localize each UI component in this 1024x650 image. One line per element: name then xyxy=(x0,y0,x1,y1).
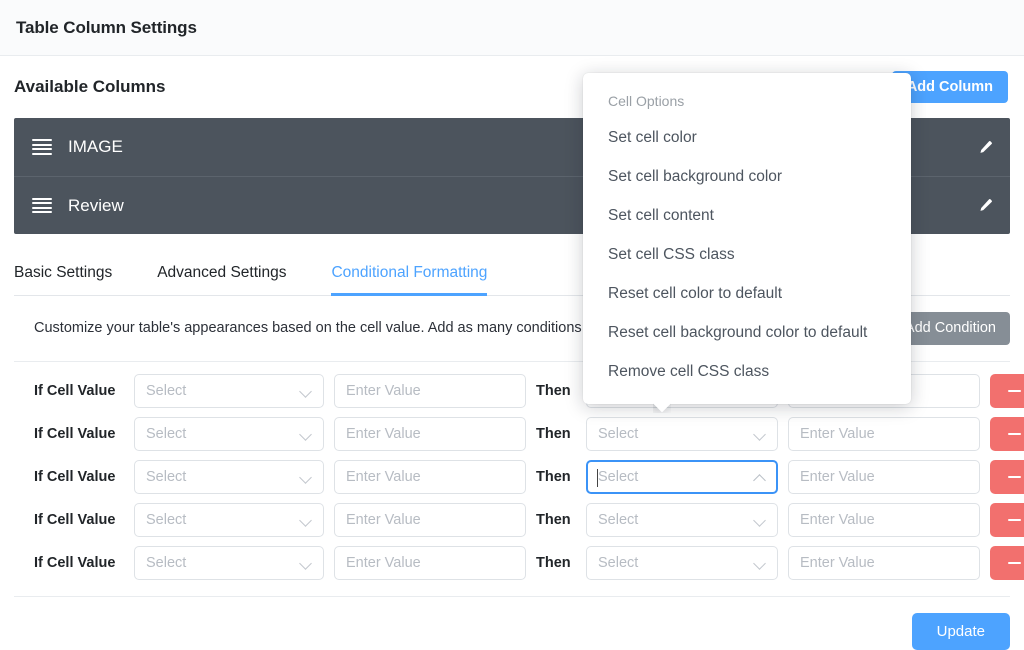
action-value-placeholder: Enter Value xyxy=(800,555,968,571)
chevron-down-icon xyxy=(300,514,312,526)
condition-value-input[interactable]: Enter Value xyxy=(334,503,526,537)
condition-row: If Cell Value Select Enter Value Then Se… xyxy=(34,417,1010,451)
cell-option-reset-cell-background-color-to-default[interactable]: Reset cell background color to default xyxy=(583,314,911,353)
action-value-input[interactable]: Enter Value xyxy=(788,417,980,451)
condition-operator-select[interactable]: Select xyxy=(134,546,324,580)
then-label: Then xyxy=(536,383,576,399)
minus-icon xyxy=(1008,433,1021,435)
condition-value-placeholder: Enter Value xyxy=(346,426,514,442)
action-value-placeholder: Enter Value xyxy=(800,469,968,485)
chevron-down-icon xyxy=(754,514,766,526)
action-placeholder: Select xyxy=(598,426,748,442)
condition-value-placeholder: Enter Value xyxy=(346,469,514,485)
action-select[interactable]: Select xyxy=(586,503,778,537)
update-button[interactable]: Update xyxy=(912,613,1010,650)
if-cell-value-label: If Cell Value xyxy=(34,512,124,528)
cell-option-set-cell-color[interactable]: Set cell color xyxy=(583,119,911,158)
action-placeholder: Select xyxy=(598,469,748,485)
table-column-settings-page: Table Column Settings Available Columns … xyxy=(0,0,1024,647)
condition-operator-placeholder: Select xyxy=(146,555,294,571)
action-value-input[interactable]: Enter Value xyxy=(788,503,980,537)
chevron-up-icon xyxy=(754,471,766,483)
condition-value-placeholder: Enter Value xyxy=(346,383,514,399)
action-select-focused[interactable]: Select xyxy=(586,460,778,494)
then-label: Then xyxy=(536,555,576,571)
condition-value-input[interactable]: Enter Value xyxy=(334,460,526,494)
if-cell-value-label: If Cell Value xyxy=(34,383,124,399)
condition-row: If Cell Value Select Enter Value Then Se… xyxy=(34,460,1010,494)
chevron-down-icon xyxy=(300,428,312,440)
remove-condition-button[interactable] xyxy=(990,546,1024,580)
chevron-down-icon xyxy=(300,385,312,397)
tab-advanced-settings[interactable]: Advanced Settings xyxy=(157,256,286,296)
if-cell-value-label: If Cell Value xyxy=(34,426,124,442)
action-placeholder: Select xyxy=(598,555,748,571)
remove-condition-button[interactable] xyxy=(990,503,1024,537)
action-select[interactable]: Select xyxy=(586,417,778,451)
condition-value-placeholder: Enter Value xyxy=(346,555,514,571)
remove-condition-button[interactable] xyxy=(990,460,1024,494)
action-value-placeholder: Enter Value xyxy=(800,426,968,442)
chevron-down-icon xyxy=(300,471,312,483)
condition-operator-select[interactable]: Select xyxy=(134,374,324,408)
action-select[interactable]: Select xyxy=(586,546,778,580)
page-title: Table Column Settings xyxy=(16,18,197,38)
chevron-down-icon xyxy=(300,557,312,569)
drag-handle-icon[interactable] xyxy=(32,139,52,155)
then-label: Then xyxy=(536,426,576,442)
action-value-placeholder: Enter Value xyxy=(800,512,968,528)
if-cell-value-label: If Cell Value xyxy=(34,469,124,485)
condition-value-input[interactable]: Enter Value xyxy=(334,374,526,408)
condition-operator-select[interactable]: Select xyxy=(134,460,324,494)
condition-row: If Cell Value Select Enter Value Then Se… xyxy=(34,503,1010,537)
cell-option-set-cell-background-color[interactable]: Set cell background color xyxy=(583,158,911,197)
action-placeholder: Select xyxy=(598,512,748,528)
cell-option-set-cell-content[interactable]: Set cell content xyxy=(583,197,911,236)
tab-basic-settings[interactable]: Basic Settings xyxy=(14,256,112,296)
then-label: Then xyxy=(536,512,576,528)
cell-option-remove-cell-css-class[interactable]: Remove cell CSS class xyxy=(583,353,911,392)
condition-operator-placeholder: Select xyxy=(146,426,294,442)
action-value-input[interactable]: Enter Value xyxy=(788,546,980,580)
cell-option-set-cell-css-class[interactable]: Set cell CSS class xyxy=(583,236,911,275)
pencil-icon[interactable] xyxy=(974,195,996,217)
tab-conditional-formatting[interactable]: Conditional Formatting xyxy=(331,256,487,296)
condition-operator-select[interactable]: Select xyxy=(134,417,324,451)
remove-condition-button[interactable] xyxy=(990,417,1024,451)
chevron-down-icon xyxy=(754,557,766,569)
remove-condition-button[interactable] xyxy=(990,374,1024,408)
condition-row: If Cell Value Select Enter Value Then Se… xyxy=(34,546,1010,580)
condition-operator-placeholder: Select xyxy=(146,469,294,485)
cell-option-reset-cell-color-to-default[interactable]: Reset cell color to default xyxy=(583,275,911,314)
available-columns-title: Available Columns xyxy=(14,77,165,97)
condition-operator-placeholder: Select xyxy=(146,383,294,399)
page-header: Table Column Settings xyxy=(0,0,1024,56)
cell-options-header: Cell Options xyxy=(583,87,911,119)
minus-icon xyxy=(1008,476,1021,478)
pencil-icon[interactable] xyxy=(974,136,996,158)
condition-operator-select[interactable]: Select xyxy=(134,503,324,537)
then-label: Then xyxy=(536,469,576,485)
condition-value-input[interactable]: Enter Value xyxy=(334,417,526,451)
minus-icon xyxy=(1008,519,1021,521)
form-footer: Update xyxy=(14,597,1010,650)
dropdown-pointer-arrow xyxy=(653,403,671,413)
drag-handle-icon[interactable] xyxy=(32,198,52,214)
if-cell-value-label: If Cell Value xyxy=(34,555,124,571)
condition-operator-placeholder: Select xyxy=(146,512,294,528)
minus-icon xyxy=(1008,390,1021,392)
action-value-input[interactable]: Enter Value xyxy=(788,460,980,494)
minus-icon xyxy=(1008,562,1021,564)
cell-options-dropdown: Cell Options Set cell color Set cell bac… xyxy=(583,73,911,404)
chevron-down-icon xyxy=(754,428,766,440)
condition-value-placeholder: Enter Value xyxy=(346,512,514,528)
condition-value-input[interactable]: Enter Value xyxy=(334,546,526,580)
